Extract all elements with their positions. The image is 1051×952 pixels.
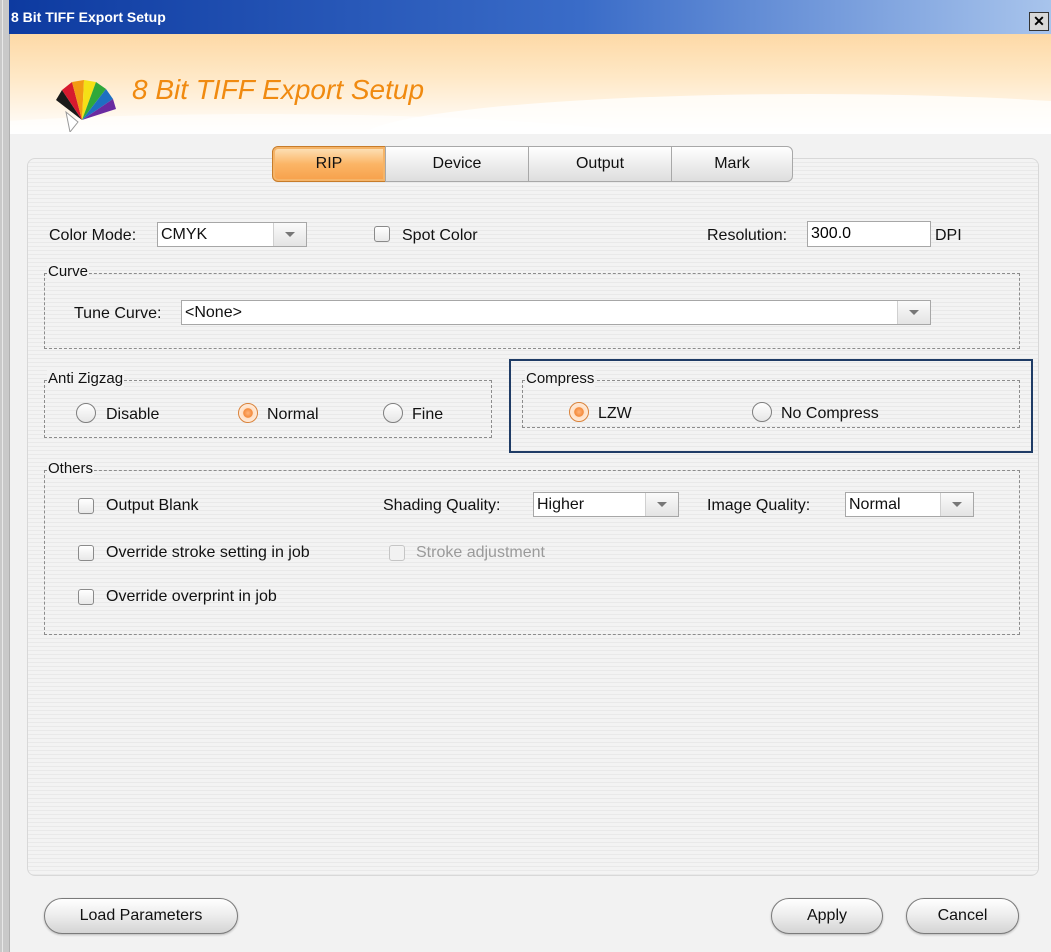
curve-group-title: Curve — [47, 263, 90, 280]
compress-group: Compress — [522, 370, 1020, 428]
resolution-label: Resolution: — [707, 227, 788, 244]
anti-zigzag-fine-radio[interactable] — [383, 403, 403, 423]
shading-quality-value: Higher — [537, 496, 585, 513]
window-title: 8 Bit TIFF Export Setup — [11, 9, 166, 25]
apply-button[interactable]: Apply — [771, 898, 883, 934]
spot-color-checkbox[interactable] — [374, 226, 390, 242]
anti-zigzag-normal-radio[interactable] — [238, 403, 258, 423]
color-mode-label: Color Mode: — [49, 227, 137, 244]
chevron-down-icon — [897, 301, 930, 324]
chevron-down-icon — [645, 493, 678, 516]
image-quality-value: Normal — [849, 496, 901, 513]
compress-group-title: Compress — [525, 370, 596, 387]
stroke-adjustment-checkbox — [389, 545, 405, 561]
compress-none-radio[interactable] — [752, 402, 772, 422]
output-blank-label: Output Blank — [106, 497, 199, 514]
tune-curve-label: Tune Curve: — [74, 305, 162, 322]
color-mode-select[interactable]: CMYK — [157, 222, 307, 247]
anti-zigzag-normal-label: Normal — [267, 406, 319, 423]
chevron-down-icon — [273, 223, 306, 246]
tab-bar: RIP Device Output Mark — [272, 146, 793, 182]
compress-none-label: No Compress — [781, 405, 879, 422]
compress-lzw-label: LZW — [598, 405, 632, 422]
tab-mark[interactable]: Mark — [671, 146, 793, 182]
chevron-down-icon — [940, 493, 973, 516]
spot-color-label: Spot Color — [402, 227, 478, 244]
tab-output[interactable]: Output — [528, 146, 672, 182]
image-quality-label: Image Quality: — [707, 497, 811, 514]
tune-curve-value: <None> — [185, 304, 242, 321]
override-stroke-label: Override stroke setting in job — [106, 544, 310, 561]
override-overprint-label: Override overprint in job — [106, 588, 277, 605]
output-blank-checkbox[interactable] — [78, 498, 94, 514]
resolution-input[interactable] — [807, 221, 931, 247]
tune-curve-select[interactable]: <None> — [181, 300, 931, 325]
anti-zigzag-disable-label: Disable — [106, 406, 160, 423]
override-stroke-checkbox[interactable] — [78, 545, 94, 561]
stroke-adjustment-label: Stroke adjustment — [416, 544, 545, 561]
shading-quality-select[interactable]: Higher — [533, 492, 679, 517]
resolution-unit: DPI — [935, 227, 962, 244]
banner-swoosh — [360, 94, 1051, 134]
load-parameters-button[interactable]: Load Parameters — [44, 898, 238, 934]
tab-device[interactable]: Device — [385, 146, 529, 182]
anti-zigzag-disable-radio[interactable] — [76, 403, 96, 423]
anti-zigzag-fine-label: Fine — [412, 406, 444, 423]
title-bar: 8 Bit TIFF Export Setup ✕ — [9, 0, 1051, 34]
cancel-button[interactable]: Cancel — [906, 898, 1019, 934]
window-frame-left — [0, 0, 10, 952]
close-button[interactable]: ✕ — [1029, 12, 1049, 31]
compress-lzw-radio[interactable] — [569, 402, 589, 422]
header-banner: 8 Bit TIFF Export Setup — [10, 34, 1051, 134]
color-fan-icon — [56, 80, 116, 132]
image-quality-select[interactable]: Normal — [845, 492, 974, 517]
color-mode-value: CMYK — [161, 226, 208, 243]
banner-heading: 8 Bit TIFF Export Setup — [132, 74, 425, 105]
anti-zigzag-group-title: Anti Zigzag — [47, 370, 125, 387]
shading-quality-label: Shading Quality: — [383, 497, 501, 514]
tab-rip[interactable]: RIP — [272, 146, 386, 182]
override-overprint-checkbox[interactable] — [78, 589, 94, 605]
others-group-title: Others — [47, 460, 95, 477]
